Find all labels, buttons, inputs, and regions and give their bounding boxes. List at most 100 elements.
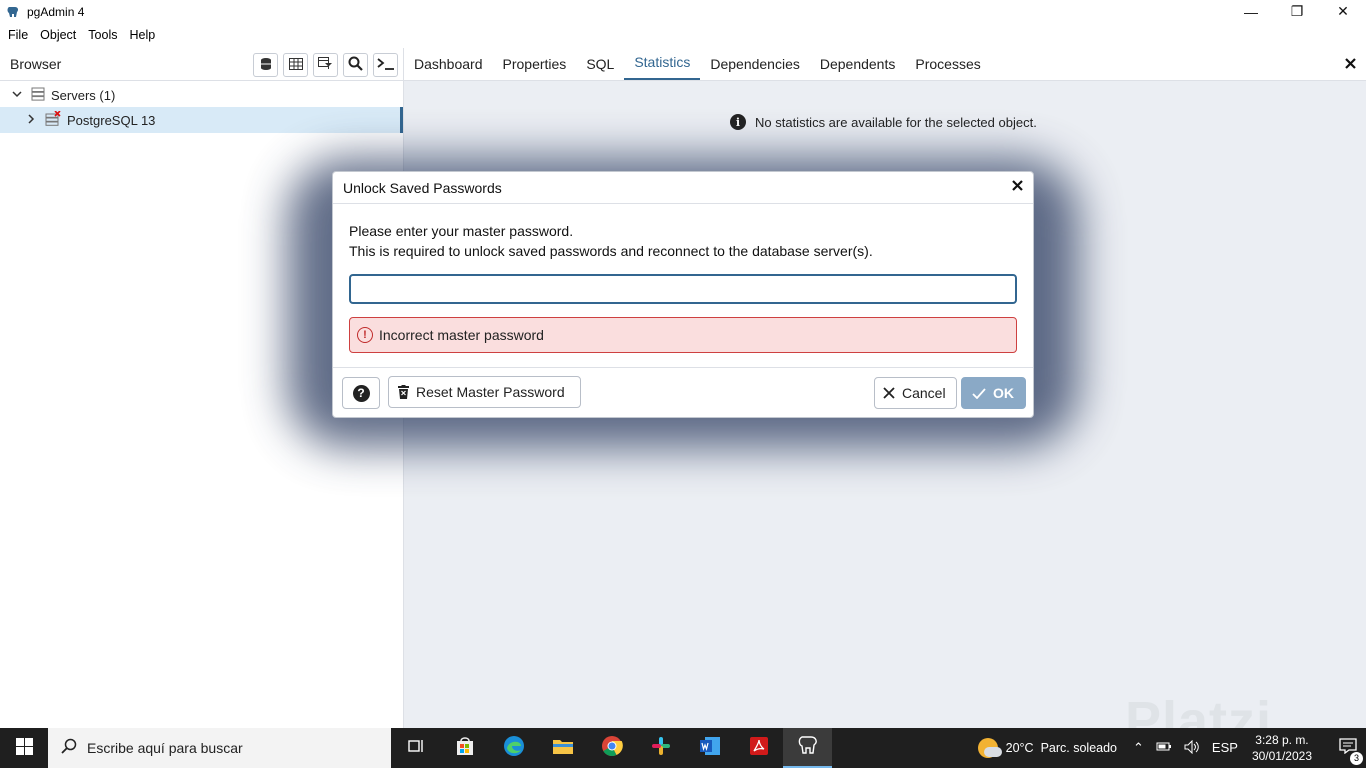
battery-icon[interactable] bbox=[1156, 740, 1172, 757]
ok-button[interactable]: OK bbox=[961, 377, 1026, 409]
pdf-icon bbox=[749, 736, 769, 761]
pgadmin-elephant-icon bbox=[797, 734, 819, 761]
browser-toolbar bbox=[253, 53, 398, 77]
menu-file[interactable]: File bbox=[7, 28, 29, 42]
disconnected-server-icon bbox=[45, 110, 61, 129]
pgadmin-elephant-icon bbox=[6, 5, 20, 19]
file-explorer-button[interactable] bbox=[538, 728, 587, 768]
close-icon bbox=[1012, 180, 1023, 191]
task-view-icon bbox=[407, 738, 425, 759]
tray-icons: ⌃ ESP bbox=[1133, 739, 1238, 757]
dialog-header: Unlock Saved Passwords bbox=[333, 172, 1033, 204]
menu-object[interactable]: Object bbox=[39, 28, 77, 42]
task-view-button[interactable] bbox=[391, 728, 440, 768]
terminal-icon bbox=[376, 57, 395, 73]
close-icon bbox=[883, 387, 895, 399]
tab-processes[interactable]: Processes bbox=[905, 47, 990, 80]
ok-label: OK bbox=[993, 385, 1014, 401]
reset-master-password-label: Reset Master Password bbox=[416, 384, 565, 400]
notification-center-button[interactable]: 3 bbox=[1330, 737, 1366, 765]
statistics-message-text: No statistics are available for the sele… bbox=[755, 114, 1037, 130]
language-indicator[interactable]: ESP bbox=[1212, 740, 1238, 757]
word-button[interactable] bbox=[685, 728, 734, 768]
close-icon bbox=[1345, 58, 1356, 69]
dialog-prompt-line2: This is required to unlock saved passwor… bbox=[349, 243, 873, 259]
help-button[interactable]: ? bbox=[342, 377, 380, 409]
window-title-bar: pgAdmin 4 — ❐ ✕ bbox=[0, 0, 1366, 23]
microsoft-store-button[interactable] bbox=[440, 728, 489, 768]
tree-label-postgresql: PostgreSQL 13 bbox=[67, 112, 156, 128]
folder-icon bbox=[552, 737, 574, 760]
dialog-prompt-line1: Please enter your master password. bbox=[349, 223, 574, 239]
cancel-label: Cancel bbox=[902, 385, 946, 401]
tree-node-servers[interactable]: Servers (1) bbox=[0, 83, 403, 107]
dialog-title: Unlock Saved Passwords bbox=[343, 179, 502, 196]
minimize-button[interactable]: — bbox=[1228, 0, 1274, 23]
clock-time: 3:28 p. m. bbox=[1255, 733, 1309, 747]
tab-statistics[interactable]: Statistics bbox=[624, 47, 701, 80]
menu-bar: File Object Tools Help bbox=[0, 23, 1366, 47]
weather-temperature: 20°C bbox=[1005, 741, 1034, 755]
volume-icon[interactable] bbox=[1184, 739, 1200, 757]
slack-icon bbox=[651, 736, 671, 761]
taskbar-search[interactable]: Escribe aquí para buscar bbox=[48, 728, 391, 768]
windows-taskbar: Escribe aquí para buscar 20°C Parc. sole… bbox=[0, 728, 1366, 768]
close-window-button[interactable]: ✕ bbox=[1320, 0, 1366, 23]
servers-icon bbox=[31, 87, 45, 104]
weather-description: Parc. soleado bbox=[1040, 741, 1118, 755]
slack-button[interactable] bbox=[636, 728, 685, 768]
chevron-right-icon[interactable] bbox=[25, 113, 37, 127]
statistics-message: i No statistics are available for the se… bbox=[730, 114, 1037, 130]
help-icon: ? bbox=[352, 384, 370, 402]
search-icon bbox=[348, 56, 363, 74]
tree-label-servers: Servers (1) bbox=[51, 87, 116, 103]
window-title: pgAdmin 4 bbox=[27, 4, 85, 19]
chevron-down-icon[interactable] bbox=[11, 89, 23, 101]
trash-icon bbox=[398, 385, 409, 399]
chrome-icon bbox=[601, 735, 623, 762]
query-tool-button[interactable] bbox=[253, 53, 278, 77]
tab-properties[interactable]: Properties bbox=[493, 47, 577, 80]
tree-node-postgresql-13[interactable]: PostgreSQL 13 bbox=[0, 107, 403, 133]
restore-icon: ❐ bbox=[1290, 3, 1304, 19]
edge-icon bbox=[503, 735, 525, 762]
table-icon bbox=[288, 57, 303, 73]
taskbar-clock[interactable]: 3:28 p. m. 30/01/2023 bbox=[1252, 732, 1312, 764]
system-tray: 20°C Parc. soleado ⌃ ESP 3:28 p. m. 30/0… bbox=[977, 728, 1366, 768]
cancel-button[interactable]: Cancel bbox=[874, 377, 957, 409]
check-icon bbox=[972, 387, 986, 399]
dialog-footer: ? Reset Master Password Cancel OK bbox=[333, 367, 1033, 418]
store-bag-icon bbox=[455, 736, 475, 761]
error-alert: ! Incorrect master password bbox=[349, 317, 1017, 353]
edge-browser-button[interactable] bbox=[489, 728, 538, 768]
view-data-button[interactable] bbox=[283, 53, 308, 77]
master-password-input[interactable] bbox=[349, 274, 1017, 304]
chevron-up-icon[interactable]: ⌃ bbox=[1133, 740, 1144, 757]
chrome-button[interactable] bbox=[587, 728, 636, 768]
menu-tools[interactable]: Tools bbox=[87, 28, 118, 42]
search-objects-button[interactable] bbox=[343, 53, 368, 77]
tab-dependencies[interactable]: Dependencies bbox=[700, 47, 810, 80]
menu-help[interactable]: Help bbox=[128, 28, 156, 42]
tab-sql[interactable]: SQL bbox=[576, 47, 624, 80]
close-icon: ✕ bbox=[1337, 3, 1349, 19]
error-icon: ! bbox=[357, 327, 373, 343]
error-message: Incorrect master password bbox=[379, 327, 544, 343]
pgadmin-taskbar-button[interactable] bbox=[783, 728, 832, 768]
dialog-close-button[interactable] bbox=[1012, 178, 1023, 196]
reset-master-password-button[interactable]: Reset Master Password bbox=[388, 376, 581, 408]
restore-button[interactable]: ❐ bbox=[1274, 0, 1320, 23]
unlock-passwords-dialog: Unlock Saved Passwords Please enter your… bbox=[332, 171, 1034, 418]
filtered-rows-button[interactable] bbox=[313, 53, 338, 77]
close-tab-panel-button[interactable] bbox=[1345, 56, 1356, 74]
psql-tool-button[interactable] bbox=[373, 53, 398, 77]
tab-bar: Dashboard Properties SQL Statistics Depe… bbox=[404, 48, 1366, 81]
info-icon: i bbox=[730, 114, 746, 130]
start-button[interactable] bbox=[0, 728, 48, 768]
tab-dependents[interactable]: Dependents bbox=[810, 47, 906, 80]
weather-widget[interactable]: 20°C Parc. soleado bbox=[977, 738, 1118, 758]
taskbar-search-placeholder: Escribe aquí para buscar bbox=[87, 740, 243, 756]
acrobat-button[interactable] bbox=[734, 728, 783, 768]
clock-date: 30/01/2023 bbox=[1251, 749, 1312, 763]
tab-dashboard[interactable]: Dashboard bbox=[404, 47, 493, 80]
